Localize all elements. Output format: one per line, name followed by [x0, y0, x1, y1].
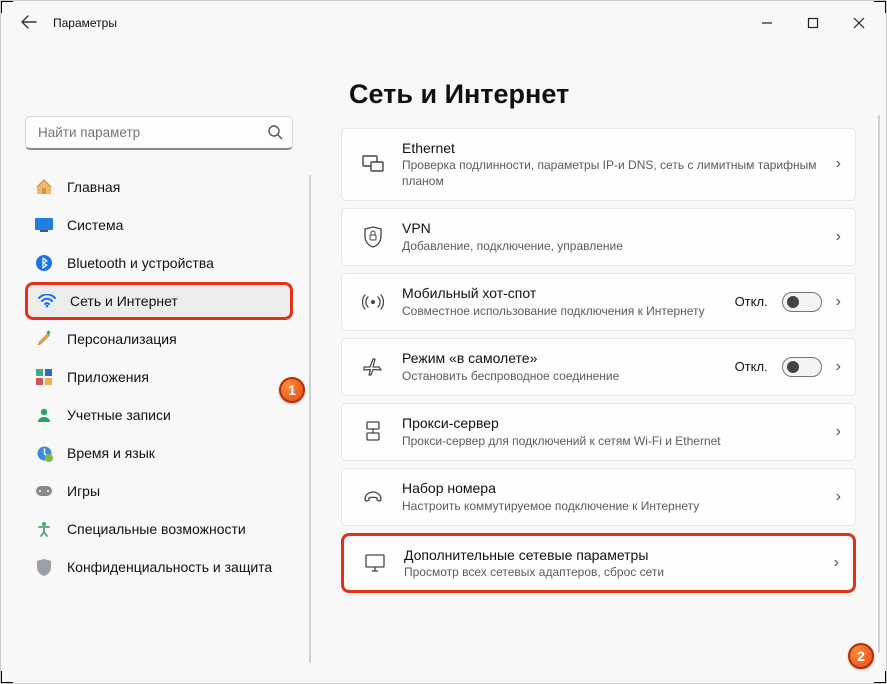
account-icon	[35, 406, 53, 424]
chevron-right-icon: ›	[836, 358, 841, 376]
sidebar-item-personalization[interactable]: Персонализация	[25, 320, 293, 358]
monitor-icon	[358, 553, 392, 573]
card-vpn[interactable]: VPN Добавление, подключение, управление …	[341, 208, 856, 266]
gamepad-icon	[35, 482, 53, 500]
sidebar-item-label: Приложения	[67, 369, 149, 385]
sidebar-item-network[interactable]: Сеть и Интернет	[25, 282, 293, 320]
annotation-badge-2: 2	[848, 643, 874, 669]
titlebar: Параметры	[1, 1, 886, 45]
main-scrollbar[interactable]	[878, 115, 880, 653]
card-hotspot[interactable]: Мобильный хот-спот Совместное использова…	[341, 273, 856, 331]
sidebar-item-label: Главная	[67, 179, 120, 195]
toggle-status: Откл.	[735, 359, 768, 374]
sidebar: Главная Система Bluetooth и устройства С…	[1, 45, 311, 683]
card-airplane[interactable]: Режим «в самолете» Остановить беспроводн…	[341, 338, 856, 396]
sidebar-item-gaming[interactable]: Игры	[25, 472, 293, 510]
minimize-button[interactable]	[744, 7, 790, 39]
page-title: Сеть и Интернет	[349, 79, 856, 110]
card-title: Мобильный хот-спот	[402, 284, 725, 302]
system-icon	[35, 216, 53, 234]
card-subtitle: Совместное использование подключения к И…	[402, 303, 725, 319]
bluetooth-icon	[35, 254, 53, 272]
card-ethernet[interactable]: Ethernet Проверка подлинности, параметры…	[341, 128, 856, 201]
card-advanced-network[interactable]: Дополнительные сетевые параметры Просмот…	[341, 533, 856, 593]
sidebar-item-label: Игры	[67, 483, 100, 499]
ethernet-icon	[356, 155, 390, 173]
card-title: VPN	[402, 219, 826, 237]
sidebar-item-label: Учетные записи	[67, 407, 171, 423]
maximize-button[interactable]	[790, 7, 836, 39]
annotation-badge-1: 1	[279, 377, 305, 403]
search-input[interactable]	[25, 116, 293, 150]
sidebar-item-label: Специальные возможности	[67, 521, 246, 537]
back-button[interactable]	[21, 15, 37, 32]
brush-icon	[35, 330, 53, 348]
sidebar-item-label: Конфиденциальность и защита	[67, 559, 272, 575]
sidebar-item-system[interactable]: Система	[25, 206, 293, 244]
sidebar-item-accessibility[interactable]: Специальные возможности	[25, 510, 293, 548]
window-title: Параметры	[53, 16, 117, 30]
chevron-right-icon: ›	[834, 554, 839, 572]
card-subtitle: Прокси-сервер для подключений к сетям Wi…	[402, 433, 826, 449]
wifi-icon	[38, 292, 56, 310]
sidebar-item-label: Система	[67, 217, 123, 233]
sidebar-item-label: Сеть и Интернет	[70, 293, 178, 309]
airplane-toggle[interactable]	[782, 357, 822, 377]
sidebar-item-home[interactable]: Главная	[25, 168, 293, 206]
hotspot-icon	[356, 292, 390, 312]
main-content: Сеть и Интернет Ethernet Проверка подлин…	[311, 45, 886, 683]
sidebar-item-label: Bluetooth и устройства	[67, 255, 214, 271]
chevron-right-icon: ›	[836, 488, 841, 506]
card-title: Ethernet	[402, 139, 826, 157]
toggle-status: Откл.	[735, 294, 768, 309]
lock-shield-icon	[356, 226, 390, 248]
sidebar-item-bluetooth[interactable]: Bluetooth и устройства	[25, 244, 293, 282]
home-icon	[35, 178, 53, 196]
shield-icon	[35, 558, 53, 576]
apps-icon	[35, 368, 53, 386]
card-proxy[interactable]: Прокси-сервер Прокси-сервер для подключе…	[341, 403, 856, 461]
chevron-right-icon: ›	[836, 293, 841, 311]
card-title: Дополнительные сетевые параметры	[404, 546, 824, 564]
card-subtitle: Проверка подлинности, параметры IP-и DNS…	[402, 157, 826, 189]
sidebar-item-accounts[interactable]: Учетные записи	[25, 396, 293, 434]
card-title: Набор номера	[402, 479, 826, 497]
card-title: Режим «в самолете»	[402, 349, 725, 367]
card-subtitle: Добавление, подключение, управление	[402, 238, 826, 254]
card-subtitle: Остановить беспроводное соединение	[402, 368, 725, 384]
sidebar-item-apps[interactable]: Приложения	[25, 358, 293, 396]
sidebar-item-label: Персонализация	[67, 331, 177, 347]
card-dialup[interactable]: Набор номера Настроить коммутируемое под…	[341, 468, 856, 526]
sidebar-item-label: Время и язык	[67, 445, 155, 461]
sidebar-item-time-language[interactable]: Время и язык	[25, 434, 293, 472]
proxy-icon	[356, 421, 390, 443]
accessibility-icon	[35, 520, 53, 538]
sidebar-item-privacy[interactable]: Конфиденциальность и защита	[25, 548, 293, 586]
settings-window: Параметры Главная	[0, 0, 887, 684]
card-title: Прокси-сервер	[402, 414, 826, 432]
chevron-right-icon: ›	[836, 423, 841, 441]
card-subtitle: Просмотр всех сетевых адаптеров, сброс с…	[404, 564, 824, 580]
time-icon	[35, 444, 53, 462]
chevron-right-icon: ›	[836, 228, 841, 246]
phone-icon	[356, 488, 390, 506]
airplane-icon	[356, 357, 390, 377]
chevron-right-icon: ›	[836, 155, 841, 173]
card-subtitle: Настроить коммутируемое подключение к Ин…	[402, 498, 826, 514]
hotspot-toggle[interactable]	[782, 292, 822, 312]
